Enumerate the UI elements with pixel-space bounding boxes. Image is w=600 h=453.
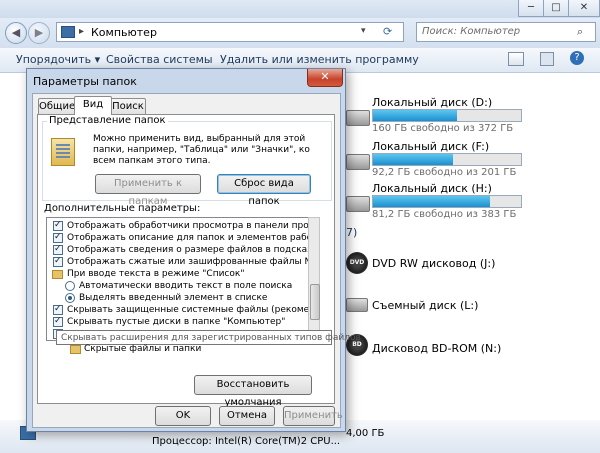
drive-name: Дисковод BD-ROM (N:) — [372, 342, 502, 355]
dialog-body: Общие Вид Поиск Представление папок Можн… — [32, 93, 343, 428]
scrollbar-thumb[interactable] — [310, 284, 320, 320]
uninstall-program-button[interactable]: Удалить или изменить программу — [220, 53, 419, 66]
checkbox[interactable] — [53, 243, 63, 255]
option-label: Автоматически вводить текст в поле поиск… — [79, 281, 293, 291]
hard-drive-icon — [346, 110, 370, 126]
option-label: Отображать сжатые или зашифрованные файл… — [67, 257, 310, 267]
window-close-button[interactable]: ✕ — [568, 0, 600, 17]
radio-button[interactable] — [65, 281, 75, 291]
option-label: Отображать обработчики просмотра в панел… — [67, 221, 310, 231]
folder-views-group: Представление папок Можно применить вид,… — [42, 115, 332, 207]
address-bar[interactable]: ▸ Компьютер ▾ ⟳ — [56, 22, 404, 42]
folder-icon — [52, 270, 63, 279]
address-row: ◀ ▶ ▸ Компьютер ▾ ⟳ Поиск: Компьютер ⌕ — [0, 18, 600, 48]
option-label: Отображать описание для папок и элементо… — [67, 233, 310, 243]
organize-button[interactable]: Упорядочить ▾ — [16, 53, 100, 66]
folder-views-icon — [51, 138, 75, 166]
checkbox[interactable] — [53, 255, 63, 267]
radio-button[interactable] — [65, 293, 75, 303]
view-tab-panel: Представление папок Можно применить вид,… — [37, 114, 335, 408]
restore-defaults-button[interactable]: Восстановить умолчания — [194, 375, 312, 408]
memory-info: 4,00 ГБ — [346, 428, 385, 439]
back-button[interactable]: ◀ — [5, 22, 27, 44]
help-icon[interactable]: ? — [570, 51, 584, 65]
refresh-icon[interactable]: ⟳ — [383, 25, 392, 38]
chevron-down-icon[interactable]: ▾ — [361, 26, 366, 36]
address-text: Компьютер — [91, 26, 157, 39]
dialog-title: Параметры папок — [33, 75, 137, 88]
tab-general[interactable]: Общие — [38, 98, 76, 115]
option-tooltip: Скрывать расширения для зарегистрированн… — [56, 330, 361, 345]
option-label: Скрытые файлы и папки — [84, 344, 202, 354]
processor-info: Процессор: Intel(R) Core(TM)2 CPU... — [152, 436, 341, 447]
computer-icon — [61, 26, 75, 38]
dialog-close-button[interactable]: ✕ — [307, 69, 343, 87]
checkbox[interactable] — [53, 231, 63, 243]
folder-views-description: Можно применить вид, выбранный для этой … — [93, 134, 310, 166]
drive-name: Локальный диск (D:) — [372, 96, 493, 109]
preview-pane-icon[interactable] — [540, 52, 554, 66]
cancel-button[interactable]: Отмена — [219, 406, 275, 426]
search-icon[interactable]: ⌕ — [577, 25, 583, 39]
apply-button[interactable]: Применить — [283, 406, 343, 426]
drive-free-space: 160 ГБ свободно из 372 ГБ — [372, 123, 514, 134]
minimize-button[interactable]: ─ — [518, 0, 544, 17]
drive-free-space: 81,2 ГБ свободно из 383 ГБ — [372, 209, 517, 220]
hard-drive-icon — [346, 196, 370, 212]
drive-free-space: 92,2 ГБ свободно из 201 ГБ — [372, 167, 517, 178]
search-input[interactable]: Поиск: Компьютер ⌕ — [416, 22, 596, 42]
option-label: Скрывать защищенные системные файлы (рек… — [67, 305, 310, 315]
advanced-settings-label: Дополнительные параметры: — [44, 203, 201, 214]
system-properties-button[interactable]: Свойства системы — [106, 53, 213, 66]
drive-usage-fill — [373, 154, 453, 165]
folder-views-legend: Представление папок — [47, 115, 168, 126]
checkbox[interactable] — [53, 219, 63, 231]
tab-view[interactable]: Вид — [74, 96, 112, 115]
dvd-icon: DVD — [346, 252, 368, 274]
drive-name: Локальный диск (F:) — [372, 140, 490, 153]
option-label: Скрывать пустые диски в папке "Компьютер… — [67, 317, 286, 327]
drive-name: Локальный диск (H:) — [372, 182, 492, 195]
drive-name: Съемный диск (L:) — [372, 299, 479, 312]
view-options-icon[interactable] — [508, 52, 524, 66]
option-label: Отображать сведения о размере файлов в п… — [67, 245, 310, 255]
checkbox[interactable] — [53, 303, 63, 315]
option-label: При вводе текста в режиме "Список" — [67, 269, 245, 279]
apply-to-folders-button[interactable]: Применить к папкам — [95, 174, 201, 207]
drive-name: DVD RW дисковод (J:) — [372, 257, 496, 270]
list-scrollbar[interactable] — [308, 217, 320, 339]
tab-search[interactable]: Поиск — [110, 98, 146, 115]
drive-usage-fill — [373, 196, 490, 207]
checkbox[interactable] — [53, 315, 63, 327]
reset-folders-button[interactable]: Сброс вида папок — [217, 174, 311, 207]
search-placeholder: Поиск: Компьютер — [422, 26, 521, 37]
folder-options-dialog: Параметры папок ✕ Общие Вид Поиск Предст… — [26, 68, 346, 432]
removable-drive-icon — [346, 298, 368, 312]
chevron-right-icon: ▸ — [79, 26, 85, 37]
forward-button[interactable]: ▶ — [28, 22, 50, 44]
removable-section-count: 7) — [346, 226, 358, 239]
advanced-settings-list[interactable]: Отображать обработчики просмотра в панел… — [46, 217, 310, 341]
explorer-titlebar: ─ □ ✕ — [0, 0, 600, 18]
drive-usage-bar — [372, 153, 522, 166]
drive-usage-bar — [372, 195, 522, 208]
maximize-button[interactable]: □ — [543, 0, 569, 17]
option-label: Выделять введенный элемент в списке — [79, 293, 268, 303]
folder-icon — [70, 345, 81, 354]
ok-button[interactable]: OK — [155, 406, 211, 426]
drive-usage-fill — [373, 110, 458, 121]
hard-drive-icon — [346, 154, 370, 170]
drive-usage-bar — [372, 109, 522, 122]
